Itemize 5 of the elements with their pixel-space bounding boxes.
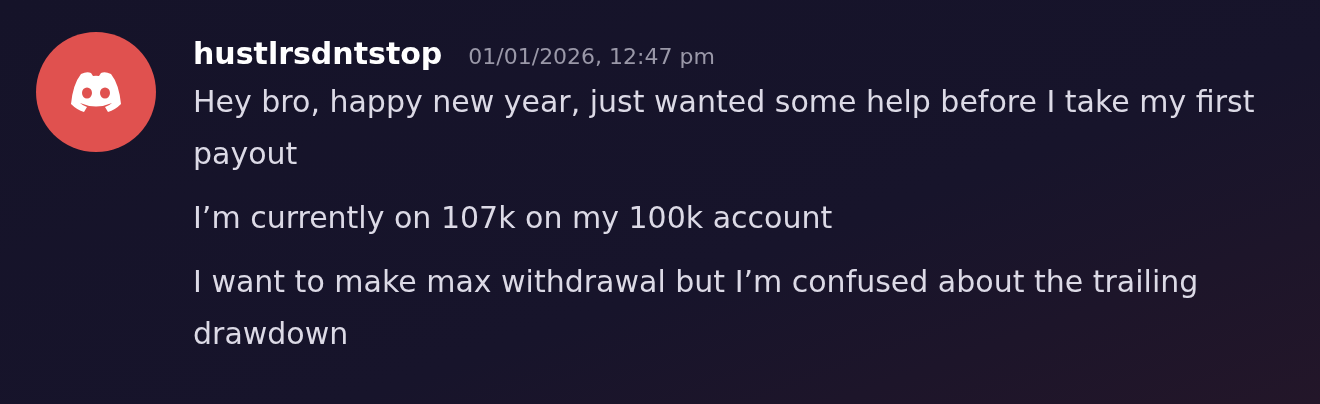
message-text: I want to make max withdrawal but I’m confused about the trailing drawdown: [193, 263, 1200, 353]
message-text: Hey bro, happy new year, just wanted some help before I take my first payout: [193, 83, 1256, 173]
message-text: I’m currently on 107k on my 100k account: [193, 199, 834, 237]
timestamp: 01/01/2026, 12:47 pm: [468, 43, 715, 71]
username[interactable]: hustlrsdntstop: [193, 32, 443, 76]
